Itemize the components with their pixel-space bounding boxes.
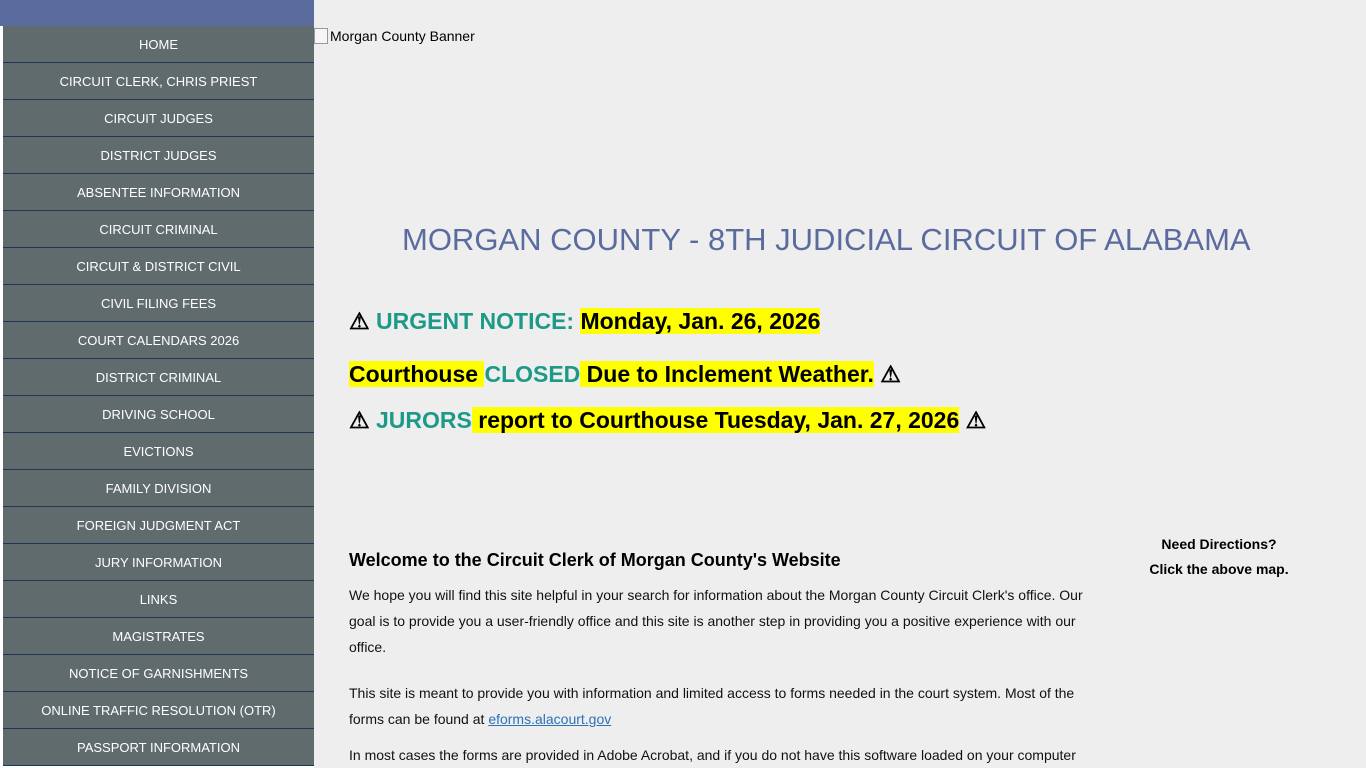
banner-alt-text: Morgan County Banner xyxy=(330,28,475,44)
urgent-notice-line-3: ⚠ JURORS report to Courthouse Tuesday, J… xyxy=(349,407,986,434)
sidebar-nav: HOME CIRCUIT CLERK, CHRIS PRIEST CIRCUIT… xyxy=(0,26,314,766)
sidebar-item-notice-of-garnishments[interactable]: NOTICE OF GARNISHMENTS xyxy=(3,655,314,692)
directions-line-1: Need Directions? xyxy=(1161,536,1277,552)
sidebar-item-civil-filing-fees[interactable]: CIVIL FILING FEES xyxy=(3,285,314,322)
eforms-link[interactable]: eforms.alacourt.gov xyxy=(488,711,611,727)
directions-note[interactable]: Need Directions? Click the above map. xyxy=(1134,532,1304,582)
sidebar-item-circuit-clerk[interactable]: CIRCUIT CLERK, CHRIS PRIEST xyxy=(3,63,314,100)
broken-image-icon xyxy=(314,28,328,44)
notice-weather-text: Due to Inclement Weather. xyxy=(580,361,874,387)
sidebar-item-links[interactable]: LINKS xyxy=(3,581,314,618)
sidebar-item-magistrates[interactable]: MAGISTRATES xyxy=(3,618,314,655)
notice-closed-text: CLOSED xyxy=(484,361,581,387)
sidebar: HOME CIRCUIT CLERK, CHRIS PRIEST CIRCUIT… xyxy=(0,0,314,768)
notice-courthouse-text: Courthouse xyxy=(349,361,485,387)
sidebar-item-foreign-judgment-act[interactable]: FOREIGN JUDGMENT ACT xyxy=(3,507,314,544)
sidebar-item-driving-school[interactable]: DRIVING SCHOOL xyxy=(3,396,314,433)
warning-icon: ⚠ xyxy=(349,407,370,433)
urgent-notice-label: URGENT NOTICE: xyxy=(376,308,575,334)
sidebar-item-circuit-criminal[interactable]: CIRCUIT CRIMINAL xyxy=(3,211,314,248)
urgent-notice-line-1: ⚠ URGENT NOTICE: Monday, Jan. 26, 2026 xyxy=(349,308,821,335)
page-title: MORGAN COUNTY - 8TH JUDICIAL CIRCUIT OF … xyxy=(402,222,1251,257)
main-content: Morgan County Banner MORGAN COUNTY - 8TH… xyxy=(314,0,1366,768)
sidebar-item-circuit-district-civil[interactable]: CIRCUIT & DISTRICT CIVIL xyxy=(3,248,314,285)
notice-jurors-report-text: report to Courthouse Tuesday, Jan. 27, 2… xyxy=(471,407,960,433)
sidebar-header-bar xyxy=(0,0,314,26)
notice-jurors-text: JURORS xyxy=(376,407,472,433)
sidebar-item-home[interactable]: HOME xyxy=(3,26,314,63)
welcome-paragraph-1: We hope you will find this site helpful … xyxy=(349,587,1083,655)
sidebar-item-district-judges[interactable]: DISTRICT JUDGES xyxy=(3,137,314,174)
welcome-paragraph-3: In most cases the forms are provided in … xyxy=(349,747,1076,763)
directions-line-2: Click the above map. xyxy=(1149,561,1289,577)
sidebar-item-passport-information[interactable]: PASSPORT INFORMATION xyxy=(3,729,314,766)
sidebar-item-evictions[interactable]: EVICTIONS xyxy=(3,433,314,470)
sidebar-item-jury-information[interactable]: JURY INFORMATION xyxy=(3,544,314,581)
warning-icon: ⚠ xyxy=(965,407,987,433)
warning-icon: ⚠ xyxy=(880,361,901,387)
urgent-notice-line-2: Courthouse CLOSED Due to Inclement Weath… xyxy=(349,361,901,388)
sidebar-item-online-traffic-resolution[interactable]: ONLINE TRAFFIC RESOLUTION (OTR) xyxy=(3,692,314,729)
sidebar-item-family-division[interactable]: FAMILY DIVISION xyxy=(3,470,314,507)
sidebar-item-absentee-information[interactable]: ABSENTEE INFORMATION xyxy=(3,174,314,211)
urgent-notice-date: Monday, Jan. 26, 2026 xyxy=(580,308,821,334)
welcome-paragraph-2-text: This site is meant to provide you with i… xyxy=(349,685,1075,727)
warning-icon: ⚠ xyxy=(349,308,370,334)
sidebar-item-district-criminal[interactable]: DISTRICT CRIMINAL xyxy=(3,359,314,396)
welcome-paragraph-2: This site is meant to provide you with i… xyxy=(349,680,1084,732)
sidebar-item-circuit-judges[interactable]: CIRCUIT JUDGES xyxy=(3,100,314,137)
banner-image: Morgan County Banner xyxy=(314,28,475,44)
sidebar-item-court-calendars[interactable]: COURT CALENDARS 2026 xyxy=(3,322,314,359)
welcome-heading: Welcome to the Circuit Clerk of Morgan C… xyxy=(349,550,841,570)
